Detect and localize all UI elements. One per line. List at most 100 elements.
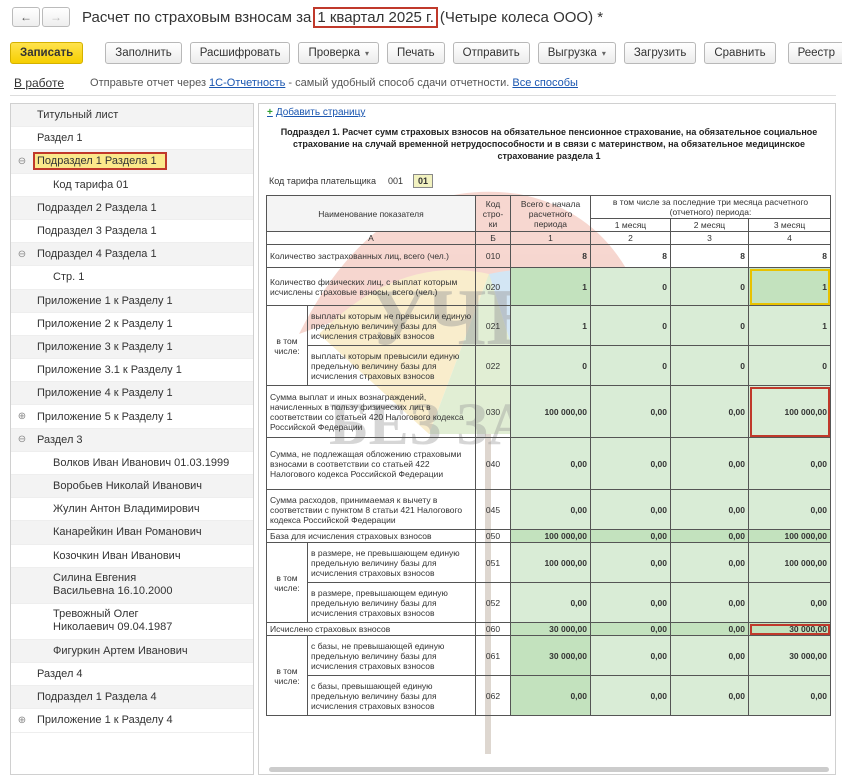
compare-button[interactable]: Сравнить	[704, 42, 776, 64]
sidebar-item[interactable]: ⊖ Раздел 3	[11, 428, 253, 452]
sidebar-item[interactable]: ⊖ Подраздел 4 Раздела 1	[11, 243, 253, 267]
collapse-icon[interactable]: ⊖	[17, 249, 27, 260]
sidebar-item[interactable]: Код тарифа 01	[11, 174, 253, 197]
value-cell[interactable]: 0	[590, 267, 671, 306]
value-cell[interactable]: 0,00	[590, 582, 671, 623]
sidebar-item[interactable]: Приложение 2 к Разделу 1	[11, 313, 253, 336]
value-cell[interactable]: 100 000,00	[747, 385, 832, 438]
value-cell[interactable]: 8	[747, 244, 832, 268]
value-cell[interactable]: 0,00	[670, 675, 749, 716]
collapse-icon[interactable]: ⊖	[17, 156, 27, 167]
value-cell[interactable]: 0,00	[670, 582, 749, 623]
value-cell[interactable]: 100 000,00	[747, 542, 832, 583]
value-cell[interactable]: 0,00	[670, 385, 749, 438]
value-cell[interactable]: 30 000,00	[747, 622, 832, 636]
value-cell[interactable]: 100 000,00	[510, 529, 591, 543]
sidebar-item[interactable]: Раздел 1	[11, 127, 253, 151]
sidebar-item[interactable]: Канарейкин Иван Романович	[11, 521, 253, 545]
value-cell[interactable]: 30 000,00	[510, 622, 591, 636]
print-button[interactable]: Печать	[386, 42, 445, 64]
value-cell[interactable]: 8	[590, 244, 671, 268]
fill-button[interactable]: Заполнить	[105, 42, 182, 64]
value-cell[interactable]: 0,00	[590, 529, 671, 543]
value-cell[interactable]: 8	[510, 244, 591, 268]
sidebar-item[interactable]: Тревожный Олег Николаевич 09.04.1987	[11, 604, 253, 640]
decode-button[interactable]: Расшифровать	[189, 42, 291, 64]
value-cell[interactable]: 0,00	[747, 437, 832, 490]
value-cell[interactable]: 0,00	[510, 489, 591, 530]
value-cell[interactable]: 30 000,00	[510, 635, 591, 676]
send-button[interactable]: Отправить	[452, 42, 530, 64]
load-button[interactable]: Загрузить	[623, 42, 697, 64]
value-cell[interactable]: 0,00	[590, 489, 671, 530]
sidebar-item[interactable]: ⊕ Приложение 5 к Разделу 1	[11, 405, 253, 429]
value-cell[interactable]: 0,00	[747, 675, 832, 716]
sidebar-item[interactable]: Подраздел 3 Раздела 1	[11, 220, 253, 244]
value-cell[interactable]: 0,00	[590, 542, 671, 583]
service-link[interactable]: 1С-Отчетность	[209, 77, 285, 89]
value-cell[interactable]: 0	[670, 305, 749, 346]
value-cell[interactable]: 0,00	[670, 437, 749, 490]
all-methods-link[interactable]: Все способы	[512, 77, 578, 89]
value-cell[interactable]: 0,00	[747, 489, 832, 530]
sidebar-item[interactable]: Приложение 3 к Разделу 1	[11, 335, 253, 360]
export-dropdown[interactable]: Выгрузка ▾	[537, 42, 616, 64]
sidebar-item[interactable]: Приложение 4 к Разделу 1	[11, 382, 253, 406]
value-cell[interactable]: 0,00	[590, 622, 671, 636]
sidebar-item[interactable]: Приложение 1 к Разделу 1	[11, 289, 253, 313]
sidebar-item[interactable]: Титульный лист	[11, 104, 253, 128]
forward-button[interactable]: →	[42, 7, 70, 27]
value-cell[interactable]: 100 000,00	[747, 529, 832, 543]
sidebar-item[interactable]: Подраздел 2 Раздела 1	[11, 196, 253, 220]
status-state-link[interactable]: В работе	[14, 76, 64, 90]
value-cell[interactable]: 0,00	[670, 635, 749, 676]
value-cell[interactable]: 100 000,00	[510, 385, 591, 438]
value-cell[interactable]: 0	[670, 345, 749, 386]
sidebar-item[interactable]: Фигуркин Артем Иванович	[11, 639, 253, 663]
sidebar-item[interactable]: Жулин Антон Владимирович	[11, 498, 253, 522]
value-cell[interactable]: 0,00	[670, 489, 749, 530]
value-cell[interactable]: 0	[590, 305, 671, 346]
value-cell[interactable]: 0,00	[670, 529, 749, 543]
sidebar-item[interactable]: ⊕ Приложение 1 к Разделу 4	[11, 709, 253, 733]
tariff-value-field[interactable]: 01	[412, 174, 433, 188]
expand-icon[interactable]: ⊕	[17, 411, 27, 422]
value-cell[interactable]: 0,00	[510, 675, 591, 716]
sidebar-item[interactable]: Раздел 4	[11, 663, 253, 687]
sidebar-item[interactable]: Силина Евгения Васильевна 16.10.2000	[11, 567, 253, 604]
value-cell[interactable]: 0,00	[590, 437, 671, 490]
value-cell[interactable]: 1	[510, 305, 591, 346]
back-button[interactable]: ←	[12, 7, 40, 27]
value-cell[interactable]: 0,00	[510, 582, 591, 623]
value-cell[interactable]: 0,00	[590, 675, 671, 716]
sidebar-item[interactable]: Подраздел 1 Раздела 4	[11, 686, 253, 710]
value-cell[interactable]: 0	[670, 267, 749, 306]
sidebar-item[interactable]: ⊖ Подраздел 1 Раздела 1	[11, 150, 253, 174]
value-cell[interactable]: 8	[670, 244, 749, 268]
check-dropdown[interactable]: Проверка ▾	[298, 42, 379, 64]
expand-icon[interactable]: ⊕	[17, 715, 27, 726]
value-cell[interactable]: 1	[747, 305, 832, 346]
value-cell[interactable]: 0	[747, 345, 832, 386]
value-cell[interactable]: 100 000,00	[510, 542, 591, 583]
value-cell[interactable]: 0,00	[590, 635, 671, 676]
add-page-link[interactable]: + Добавить страницу	[267, 107, 365, 118]
sidebar-item[interactable]: Стр. 1	[11, 266, 253, 290]
registry-button[interactable]: Реестр	[787, 42, 842, 64]
sidebar-item[interactable]: Волков Иван Иванович 01.03.1999	[11, 452, 253, 475]
value-cell[interactable]: 0,00	[747, 582, 832, 623]
value-cell[interactable]: 30 000,00	[747, 635, 832, 676]
value-cell[interactable]: 0,00	[670, 542, 749, 583]
value-cell[interactable]: 0	[510, 345, 591, 386]
value-cell[interactable]: 0,00	[590, 385, 671, 438]
value-cell[interactable]: 1	[747, 267, 832, 306]
save-button[interactable]: Записать	[10, 42, 84, 64]
value-cell[interactable]: 0,00	[670, 622, 749, 636]
value-cell[interactable]: 0	[590, 345, 671, 386]
value-cell[interactable]: 0,00	[510, 437, 591, 490]
collapse-icon[interactable]: ⊖	[17, 434, 27, 445]
sidebar-item[interactable]: Приложение 3.1 к Разделу 1	[11, 359, 253, 383]
value-cell[interactable]: 1	[510, 267, 591, 306]
sidebar-item[interactable]: Воробьев Николай Иванович	[11, 475, 253, 499]
horizontal-scrollbar[interactable]	[269, 767, 829, 772]
